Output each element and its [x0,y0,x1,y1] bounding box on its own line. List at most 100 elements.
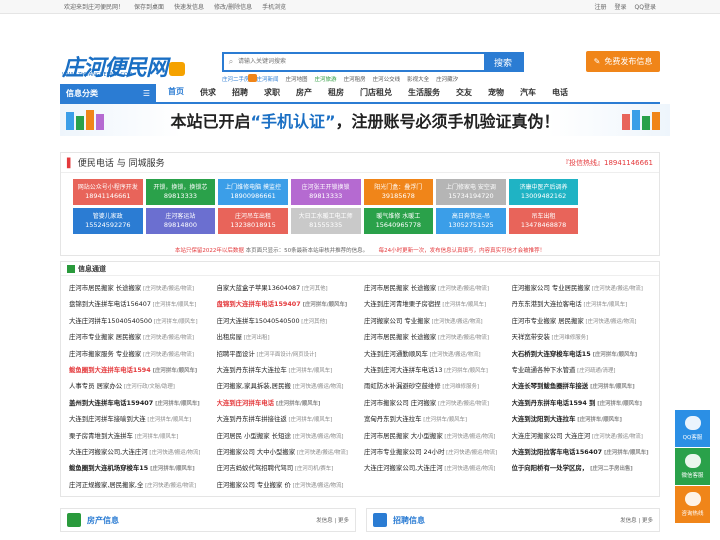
register-link[interactable]: 注册 [595,2,607,11]
nav-item[interactable]: 招聘 [224,83,256,103]
info-list-item[interactable]: 庄河搬家公司 专业居民搬家 [庄河快递/搬运/物流] [512,280,660,296]
jobs-more-link[interactable]: 发信息 | 更多 [620,516,653,524]
phone-service-cell[interactable]: 开锁，换锁，换锁芯 89813333 [145,179,216,205]
hot-link[interactable]: 庄河公交线 [373,75,401,83]
info-list-item[interactable]: 大连庄河搬家公司 大连庄河 [庄河快递/搬运/物流] [512,428,660,444]
phone-service-cell[interactable]: 庄河张王开锁换锁 89813333 [290,179,361,205]
qq-login-link[interactable]: QQ登录 [635,2,656,11]
info-list-item[interactable]: 栗子房青堆到大连拼车 [庄河拼车/顺风车] [69,428,217,444]
hot-link[interactable]: 庄河地图 [286,75,308,83]
info-list-item[interactable]: 大连到庄河青堆栗子房宿捏 [庄河拼车/顺风车] [364,296,512,312]
info-list-item[interactable]: 庄河市居民搬家 长途搬家 [庄河快递/搬运/物流] [69,280,217,296]
info-list-item[interactable]: 大连到丹东拼车电话1594 到 [庄河拼车/顺风车] [512,395,660,411]
info-list-item[interactable]: 盘锦到大连拼车电话159407 [庄河拼车/顺风车] [217,296,365,312]
info-list-item[interactable]: 大连庄河拼车15040540500 [庄河拼车/顺风车] [69,313,217,329]
info-list-item[interactable]: 大连到庄河拼车电话 [庄河拼车/顺风车] [217,395,365,411]
info-list-item[interactable]: 大连到沈阳拉客车电话156407 [庄河拼车/顺风车] [512,444,660,460]
info-list-item[interactable]: 雨虹防水补漏避砂空鼓维修 [庄河维修服务] [364,378,512,394]
info-list-item[interactable]: 庄河市搬家服务 专业搬家 [庄河快递/搬运/物流] [69,346,217,362]
hot-link[interactable]: 庄河二手房 [222,75,250,83]
nav-item[interactable]: 房产 [288,83,320,103]
phone-service-cell[interactable]: 暖气维修 水暖工 15640965778 [363,208,434,234]
phone-service-cell[interactable]: 庄河吊车出租 13238018915 [218,208,288,234]
nav-item-home[interactable]: 首页 [160,82,192,104]
info-list-item[interactable]: 大连到庄河大连拼车电话13 [庄河拼车/顺风车] [364,362,512,378]
info-list-item[interactable]: 大连长琴到鲅鱼圈拼车接送 [庄河拼车/顺风车] [512,378,660,394]
info-list-item[interactable]: 专业疏通各种下水管道 [庄河疏通/清理] [512,362,660,378]
phone-service-cell[interactable]: 网站公众号小程序开发 18941146661 [73,179,143,205]
info-list-item[interactable]: 大石桥到大连穿梭车电话15 [庄河拼车/顺风车] [512,346,660,362]
phone-service-cell[interactable]: 上门维修电脑 摸监控 18900986661 [218,179,288,205]
info-list-item[interactable]: 位于向阳桥有一处学区房， [庄河二手房出售] [512,460,660,476]
info-list-item[interactable]: 庄河正规搬家,居民搬家,全 [庄河快递/搬运/物流] [69,477,217,493]
info-list-item[interactable]: 天祥宽带安装 [庄河维修服务] [512,329,660,345]
phone-service-cell[interactable]: 高日奔货运-吊 13052751525 [436,208,506,234]
info-list-item[interactable]: 庄河市居民搬家 长途搬家 [庄河快递/搬运/物流] [364,329,512,345]
search-button[interactable]: 搜索 [484,54,522,70]
info-list-item[interactable]: 庄河市居民搬家 长途搬家 [庄河快递/搬运/物流] [364,280,512,296]
save-desktop-link[interactable]: 保存到桌面 [134,2,164,11]
hot-link[interactable]: 影视大全 [407,75,429,83]
housing-more-link[interactable]: 发信息 | 更多 [316,516,349,524]
qq-service-button[interactable]: QQ客服 [675,410,710,447]
info-list-item[interactable]: 丹东东港到大连拉客电话 [庄河拼车/顺风车] [512,296,660,312]
phone-service-cell[interactable]: 阳光门盒：叠浮门 39185678 [363,179,434,205]
nav-item[interactable]: 求职 [256,83,288,103]
info-list-item[interactable]: 鲅鱼圈到大连拼车电话1594 [庄河拼车/顺风车] [69,362,217,378]
search-input[interactable] [238,54,484,70]
nav-item[interactable]: 宠物 [480,83,512,103]
publish-button[interactable]: ✎ 免费发布信息 [586,51,660,72]
phone-service-cell[interactable]: 庄河客运站 89814800 [145,208,216,234]
info-list-item[interactable]: 大连庄河搬家公司,大连庄河 [庄河快递/搬运/物流] [69,444,217,460]
info-list-item[interactable]: 大连到丹东拼车大连拉车 [庄河拼车/顺风车] [217,362,365,378]
login-link[interactable]: 登录 [615,2,627,11]
nav-item[interactable]: 生活服务 [400,83,448,103]
nav-item[interactable]: 供求 [192,83,224,103]
info-list-item[interactable]: 大连到沈阳到大连拉车 [庄河拼车/顺风车] [512,411,660,427]
hotline-service-button[interactable]: 咨询热线 [675,486,710,523]
info-list-item[interactable]: 庄河市专业搬家 居民搬家 [庄河快递/搬运/物流] [69,329,217,345]
info-list-item[interactable]: 宽甸丹东到大连拉车 [庄河拼车/顺风车] [364,411,512,427]
hot-link[interactable]: 庄河新闻 [257,75,279,83]
info-list-item[interactable]: 盘锦到大连拼车电话156407 [庄河拼车/顺风车] [69,296,217,312]
site-logo[interactable]: 庄河便民网 WWW.ZHUANGHEBMW.COM [62,50,186,82]
info-list-item[interactable]: 庄河搬家,家具拆装,居民搬 [庄河快递/搬运/物流] [217,378,365,394]
mobile-link[interactable]: 手机浏览 [262,2,286,11]
quick-post-link[interactable]: 快速发信息 [174,2,204,11]
nav-item[interactable]: 汽车 [512,83,544,103]
info-list-item[interactable]: 庄河市居民搬家 大小型搬家 [庄河快递/搬运/物流] [364,428,512,444]
jobs-title[interactable]: 招聘信息 [393,515,425,526]
nav-item[interactable]: 交友 [448,83,480,103]
info-list-item[interactable]: 招聘平面设计 [庄河平面设计/网页设计] [217,346,365,362]
phone-service-cell[interactable]: 上门修家电 安空调 15734194720 [436,179,506,205]
info-list-item[interactable]: 大连庄河搬家公司,大连庄河 [庄河快递/搬运/物流] [364,460,512,476]
info-list-item[interactable]: 庄河大连拼车15040540500 [庄河其他] [217,313,365,329]
hot-link[interactable]: 庄河旅游 [315,75,337,83]
wechat-service-button[interactable]: 微信客服 [675,448,710,485]
info-list-item[interactable]: 出租房屋 [庄河出租] [217,329,365,345]
nav-item[interactable]: 电话 [544,83,576,103]
info-list-item[interactable]: 大连到庄河拼车接喻到大连 [庄河拼车/顺风车] [69,411,217,427]
info-list-item[interactable]: 大连到丹东拼车拼接往返 [庄河拼车/顺风车] [217,411,365,427]
category-menu-button[interactable]: 信息分类 ☰ [60,84,156,102]
info-list-item[interactable]: 自家大蓝盒子苹果13604087 [庄河其他] [217,280,365,296]
info-list-item[interactable]: 盖州到大连拼车电话159407 [庄河拼车/顺风车] [69,395,217,411]
housing-title[interactable]: 房产信息 [87,515,119,526]
info-list-item[interactable]: 庄河市搬家公司 庄河搬家 [庄河快递/搬运/物流] [364,395,512,411]
phone-service-cell[interactable]: 大日工水暖工电工师 81555335 [290,208,361,234]
hot-link[interactable]: 庄河租房 [344,75,366,83]
info-list-item[interactable]: 庄河搬家公司 专业搬家 价 [庄河快递/搬运/物流] [217,477,365,493]
info-list-item[interactable]: 庄河搬家公司 大中小型搬家 [庄河快递/搬运/物流] [217,444,365,460]
info-list-item[interactable]: 庄河市专业搬家公司 24小时 [庄河快递/搬运/物流] [364,444,512,460]
info-list-item[interactable]: 庄河吉蚂蚁代驾招聘代驾司 [庄河司机/赛车] [217,460,365,476]
info-list-item[interactable]: 庄河居民 小型搬家 长短途 [庄河快递/搬运/物流] [217,428,365,444]
nav-item[interactable]: 门店租兑 [352,83,400,103]
phone-service-cell[interactable]: 吊车出租 13478468878 [508,208,579,234]
phone-service-cell[interactable]: 济康中医产后调养 13009482162 [508,179,579,205]
info-list-item[interactable]: 鲅鱼圈到大连机场穿梭车15 [庄河拼车/顺风车] [69,460,217,476]
nav-item[interactable]: 租房 [320,83,352,103]
info-list-item[interactable]: 人事专员 居家办公 [庄河行政/文秘/助理] [69,378,217,394]
info-list-item[interactable]: 大连到庄河通勤顺风车 [庄河快递/搬运/物流] [364,346,512,362]
edit-delete-link[interactable]: 修改/删除信息 [214,2,252,11]
hot-link[interactable]: 庄河藏汐 [436,75,458,83]
